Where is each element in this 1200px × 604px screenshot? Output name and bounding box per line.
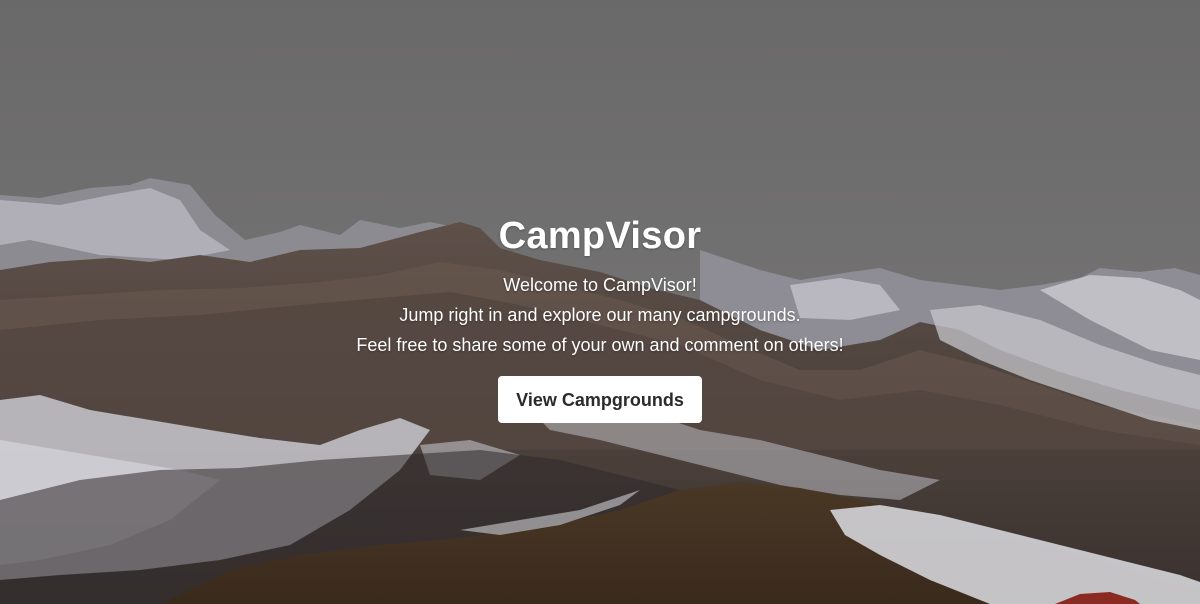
view-campgrounds-button[interactable]: View Campgrounds	[498, 376, 702, 423]
hero-section: CampVisor Welcome to CampVisor! Jump rig…	[0, 0, 1200, 604]
share-text: Feel free to share some of your own and …	[356, 335, 844, 355]
hero-content: CampVisor Welcome to CampVisor! Jump rig…	[0, 212, 1200, 423]
welcome-text: Welcome to CampVisor!	[503, 275, 697, 295]
explore-text: Jump right in and explore our many campg…	[399, 305, 801, 325]
site-title: CampVisor	[498, 215, 702, 257]
